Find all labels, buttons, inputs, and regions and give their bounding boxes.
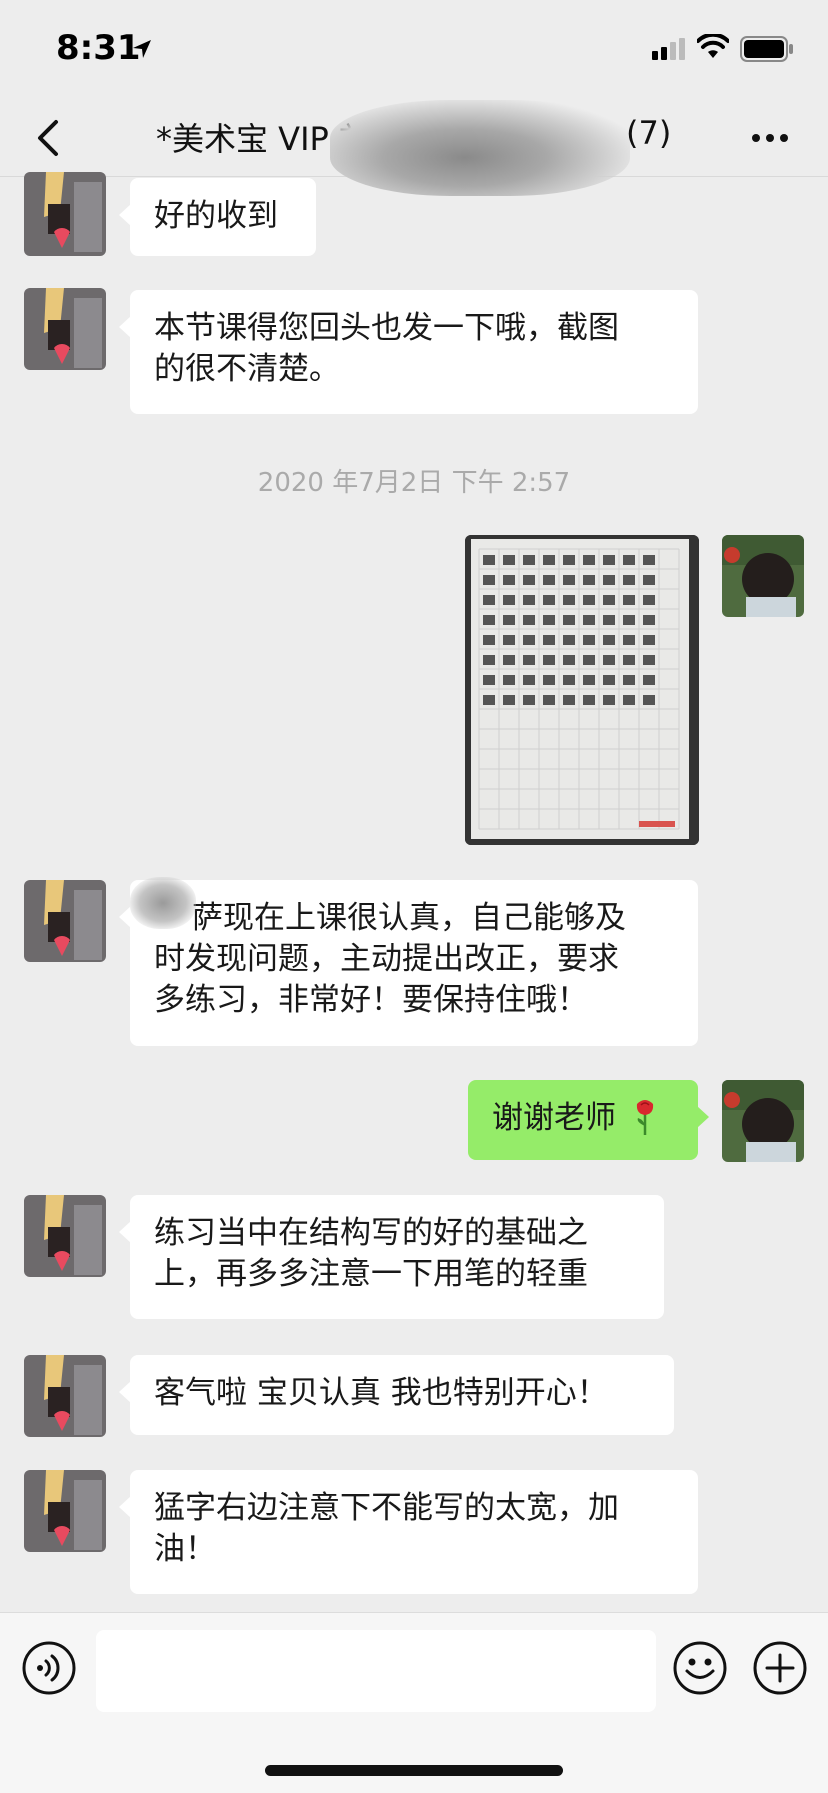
location-arrow-icon <box>133 40 151 58</box>
message-bubble: 好的收到 <box>119 178 316 256</box>
message-line: 谢谢老师 <box>492 1100 616 1136</box>
teacher-avatar[interactable] <box>24 1195 106 1277</box>
message-line: 上，再多多注意一下用笔的轻重 <box>154 1256 588 1292</box>
message-bubble: 本节课得您回头也发一下哦，截图 的很不清楚。 <box>119 290 698 414</box>
teacher-avatar[interactable] <box>24 1355 106 1437</box>
message-line: 猛字右边注意下不能写的太宽，加 <box>154 1490 619 1526</box>
member-count: (7) <box>626 114 672 152</box>
teacher-avatar[interactable] <box>24 172 106 256</box>
message-bubble: 萨现在上课很认真，自己能够及 时发现问题，主动提出改正，要求 多练习，非常好！要… <box>119 880 698 1046</box>
message-line: 客气啦 宝贝认真 我也特别开心！ <box>154 1375 608 1411</box>
message-line: 时发现问题，主动提出改正，要求 <box>154 941 619 977</box>
plus-icon[interactable] <box>752 1640 808 1696</box>
message-timestamp: 2020 年7月2日 下午 2:57 <box>257 468 571 498</box>
message-line: 多练习，非常好！要保持住哦！ <box>154 982 588 1018</box>
signal-icon <box>652 38 685 60</box>
redacted-area <box>130 877 196 929</box>
message-bubble: 猛字右边注意下不能写的太宽，加 油！ <box>119 1470 698 1594</box>
message-input[interactable] <box>96 1630 656 1712</box>
back-icon[interactable] <box>30 114 70 162</box>
image-message[interactable] <box>465 535 699 845</box>
my-avatar[interactable] <box>722 1080 804 1162</box>
message-bubble: 客气啦 宝贝认真 我也特别开心！ <box>119 1355 674 1435</box>
message-bubble: 练习当中在结构写的好的基础之 上，再多多注意一下用笔的轻重 <box>119 1195 664 1319</box>
message-line: 练习当中在结构写的好的基础之 <box>154 1215 588 1251</box>
chat-header: *美术宝 VIP 刘 (7) <box>0 100 828 196</box>
redacted-area <box>330 100 630 196</box>
status-bar: 8:31 <box>0 0 828 100</box>
teacher-avatar[interactable] <box>24 288 106 370</box>
message-bubble-self: 谢谢老师 <box>468 1080 709 1160</box>
message-line: 萨现在上课很认真，自己能够及 <box>192 900 626 936</box>
message-line: 的很不清楚。 <box>154 351 340 387</box>
home-indicator[interactable] <box>265 1765 563 1776</box>
voice-icon[interactable] <box>21 1640 77 1696</box>
rose-emoji-icon <box>636 1100 653 1135</box>
my-avatar[interactable] <box>722 535 804 617</box>
emoji-icon[interactable] <box>672 1640 728 1696</box>
wifi-icon <box>697 34 729 58</box>
teacher-avatar[interactable] <box>24 1470 106 1552</box>
message-line: 油！ <box>154 1531 216 1567</box>
teacher-avatar[interactable] <box>24 880 106 962</box>
more-icon[interactable] <box>748 120 792 156</box>
message-line: 好的收到 <box>154 198 278 234</box>
status-time: 8:31 <box>56 28 141 68</box>
message-line: 本节课得您回头也发一下哦，截图 <box>154 310 619 346</box>
battery-icon <box>740 36 793 62</box>
